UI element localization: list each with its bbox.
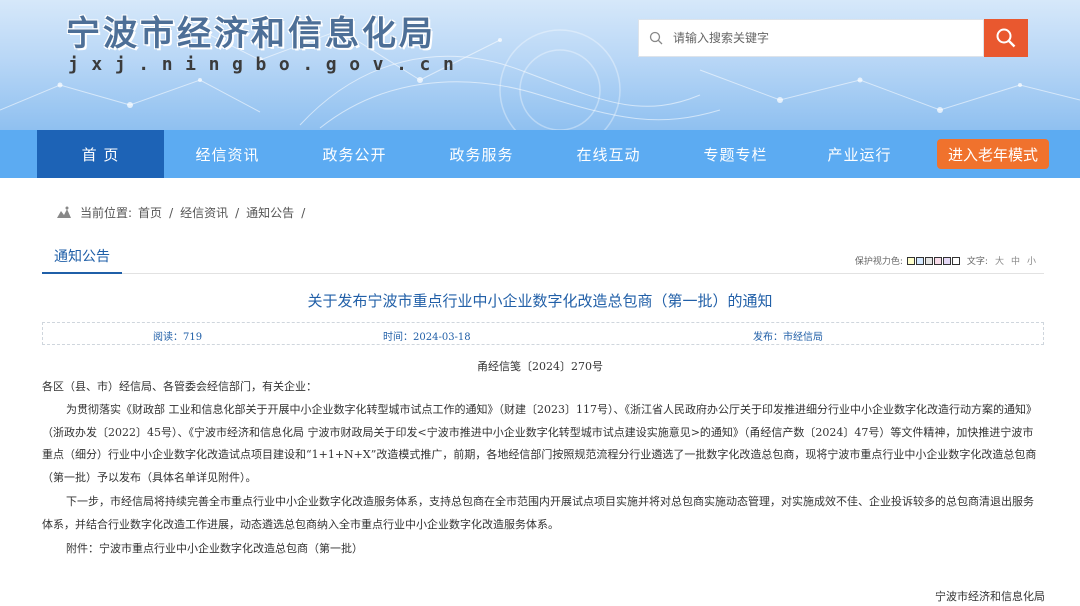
publisher: 发布：市经信局 (753, 332, 823, 343)
eye-care-swatch-gray[interactable] (924, 256, 933, 265)
section-title[interactable]: 通知公告 (42, 246, 122, 274)
eye-care-swatch-pink[interactable] (933, 256, 942, 265)
breadcrumb-home[interactable]: 首页 (138, 204, 162, 221)
search-input[interactable] (673, 31, 963, 45)
breadcrumb: 当前位置: 首页 / 经信资讯 / 通知公告 / (56, 204, 312, 221)
document-number: 甬经信笺〔2024〕270号 (477, 360, 603, 373)
font-size-large[interactable]: 大 (995, 254, 1004, 267)
font-size-small[interactable]: 小 (1027, 254, 1036, 267)
eye-care-swatch-white[interactable] (951, 256, 960, 265)
nav-item-topics[interactable]: 专题专栏 (672, 130, 799, 178)
main-nav: 首 页 经信资讯 政务公开 政务服务 在线互动 专题专栏 产业运行 进入老年模式 (0, 130, 1080, 178)
font-size-medium[interactable]: 中 (1011, 254, 1020, 267)
read-count: 阅读：719 (153, 332, 203, 343)
breadcrumb-separator: / (169, 205, 174, 220)
elder-mode-button[interactable]: 进入老年模式 (937, 139, 1049, 169)
font-size-label: 文字: (966, 257, 988, 267)
attachment-link[interactable]: 附件：宁波市重点行业中小企业数字化改造总包商（第一批） (42, 538, 1044, 561)
article-meta: 阅读：719 时间：2024-03-18 发布：市经信局 (42, 322, 1044, 345)
nav-item-home[interactable]: 首 页 (37, 130, 164, 178)
eye-care-swatch-purple[interactable] (942, 256, 951, 265)
signature: 宁波市经济和信息化局 (935, 590, 1045, 603)
article-title: 关于发布宁波市重点行业中小企业数字化改造总包商（第一批）的通知 (307, 292, 773, 310)
breadcrumb-separator: / (301, 205, 306, 220)
publish-time: 时间：2024-03-18 (383, 332, 471, 343)
nav-item-news[interactable]: 经信资讯 (164, 130, 291, 178)
site-title[interactable]: 宁波市经济和信息化局 (66, 6, 436, 55)
article-paragraph: 为贯彻落实《财政部 工业和信息化部关于开展中小企业数字化转型城市试点工作的通知》… (42, 403, 1037, 484)
breadcrumb-notices[interactable]: 通知公告 (246, 204, 294, 221)
magnifier-icon (996, 28, 1016, 48)
search-box (638, 19, 984, 57)
site-domain: jxj.ningbo.gov.cn (68, 54, 467, 75)
nav-item-interaction[interactable]: 在线互动 (545, 130, 672, 178)
section-header: 通知公告 保护视力色: 文字: 大 中 小 (42, 246, 1044, 274)
salutation: 各区（县、市）经信局、各管委会经信部门，有关企业： (42, 380, 317, 393)
breadcrumb-news[interactable]: 经信资讯 (180, 204, 228, 221)
search-icon (649, 31, 663, 45)
eye-care-swatch-yellow[interactable] (906, 256, 915, 265)
nav-item-government-affairs[interactable]: 政务公开 (291, 130, 418, 178)
reading-tools: 保护视力色: 文字: 大 中 小 (855, 254, 1036, 267)
eye-care-label: 保护视力色: (854, 257, 903, 267)
header-banner: 宁波市经济和信息化局 jxj.ningbo.gov.cn (0, 0, 1080, 130)
nav-item-services[interactable]: 政务服务 (418, 130, 545, 178)
search-button[interactable] (984, 19, 1028, 57)
nav-item-industry[interactable]: 产业运行 (796, 130, 923, 178)
article-paragraph: 下一步，市经信局将持续完善全市重点行业中小企业数字化改造服务体系，支持总包商在全… (42, 495, 1034, 531)
breadcrumb-prefix: 当前位置: (80, 206, 133, 220)
breadcrumb-separator: / (235, 205, 240, 220)
location-icon (57, 206, 71, 218)
eye-care-swatch-blue[interactable] (915, 256, 924, 265)
